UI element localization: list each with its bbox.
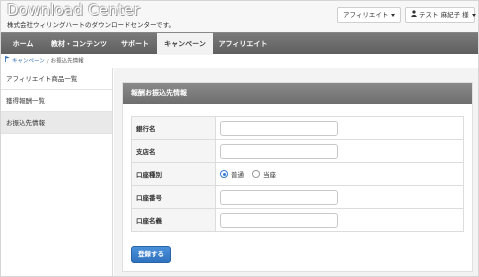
branch-name-input[interactable] [220,143,338,159]
main-content: 報酬お振込先情報 銀行名 支店名 口座種別 普通 当座 口座番号 口座名義 登録… [114,68,478,276]
nav-item-affiliate[interactable]: アフィリエイト [213,33,273,55]
user-icon [411,8,417,22]
breadcrumb-link-campaign[interactable]: キャンペーン [12,59,45,65]
account-type-current-label[interactable]: 当座 [263,169,276,179]
affiliate-dropdown-button[interactable]: アフィリエイト [337,7,401,23]
affiliate-dropdown-label: アフィリエイト [343,11,389,19]
form-row-account-number: 口座番号 [131,185,464,209]
account-type-ordinary-label[interactable]: 普通 [231,169,244,179]
nav-item-home[interactable]: ホーム [1,33,45,55]
sidebar-item-transfer-info[interactable]: お振込先情報 [1,112,112,134]
sidebar-item-affiliate-products[interactable]: アフィリエイト商品一覧 [1,68,112,90]
site-tagline: 株式会社ウィリングハートのダウンロードセンターです。 [7,21,175,29]
account-holder-input[interactable] [220,212,338,228]
register-button[interactable]: 登録する [131,246,171,263]
app-window: Download Center 株式会社ウィリングハートのダウンロードセンターで… [0,0,479,277]
breadcrumb: キャンペーン / お振込先情報 [1,54,478,68]
form-row-branch-name: 支店名 [131,139,464,163]
user-menu-button[interactable]: テスト 麻紀子 様 [405,7,476,23]
branch-name-label: 支店名 [131,139,216,163]
account-number-label: 口座番号 [131,185,216,209]
site-header: Download Center 株式会社ウィリングハートのダウンロードセンターで… [1,1,478,32]
transfer-form: 銀行名 支店名 口座種別 普通 当座 口座番号 口座名義 [131,116,464,232]
nav-item-materials[interactable]: 教材・コンテンツ [45,33,113,55]
main-nav: ホーム 教材・コンテンツ サポート キャンペーン アフィリエイト [1,32,478,55]
chevron-down-icon [471,13,476,17]
chevron-down-icon [391,13,396,17]
sidebar: アフィリエイト商品一覧 獲得報酬一覧 お振込先情報 [1,68,113,276]
nav-item-support[interactable]: サポート [113,33,157,55]
bank-name-input[interactable] [220,120,338,136]
account-holder-label: 口座名義 [131,208,216,232]
site-logo[interactable]: Download Center [7,2,140,18]
breadcrumb-separator: / [46,58,49,65]
user-name-label: テスト 麻紀子 様 [419,11,469,19]
form-row-account-type: 口座種別 普通 当座 [131,162,464,186]
form-row-account-holder: 口座名義 [131,208,464,232]
account-type-label: 口座種別 [131,162,216,186]
account-type-current-radio[interactable] [252,170,260,178]
transfer-info-panel: 報酬お振込先情報 銀行名 支店名 口座種別 普通 当座 口座番号 口座名義 登録… [122,82,473,272]
breadcrumb-current: お振込先情報 [50,58,84,65]
account-type-ordinary-radio[interactable] [220,170,228,178]
nav-item-campaign[interactable]: キャンペーン [157,33,213,55]
panel-title: 報酬お振込先情報 [123,83,472,104]
account-type-radio-group: 普通 当座 [220,169,463,179]
account-number-input[interactable] [220,189,338,205]
sidebar-item-earned-rewards[interactable]: 獲得報酬一覧 [1,90,112,112]
bank-name-label: 銀行名 [131,116,216,140]
form-row-bank-name: 銀行名 [131,116,464,140]
flag-icon [5,54,10,68]
